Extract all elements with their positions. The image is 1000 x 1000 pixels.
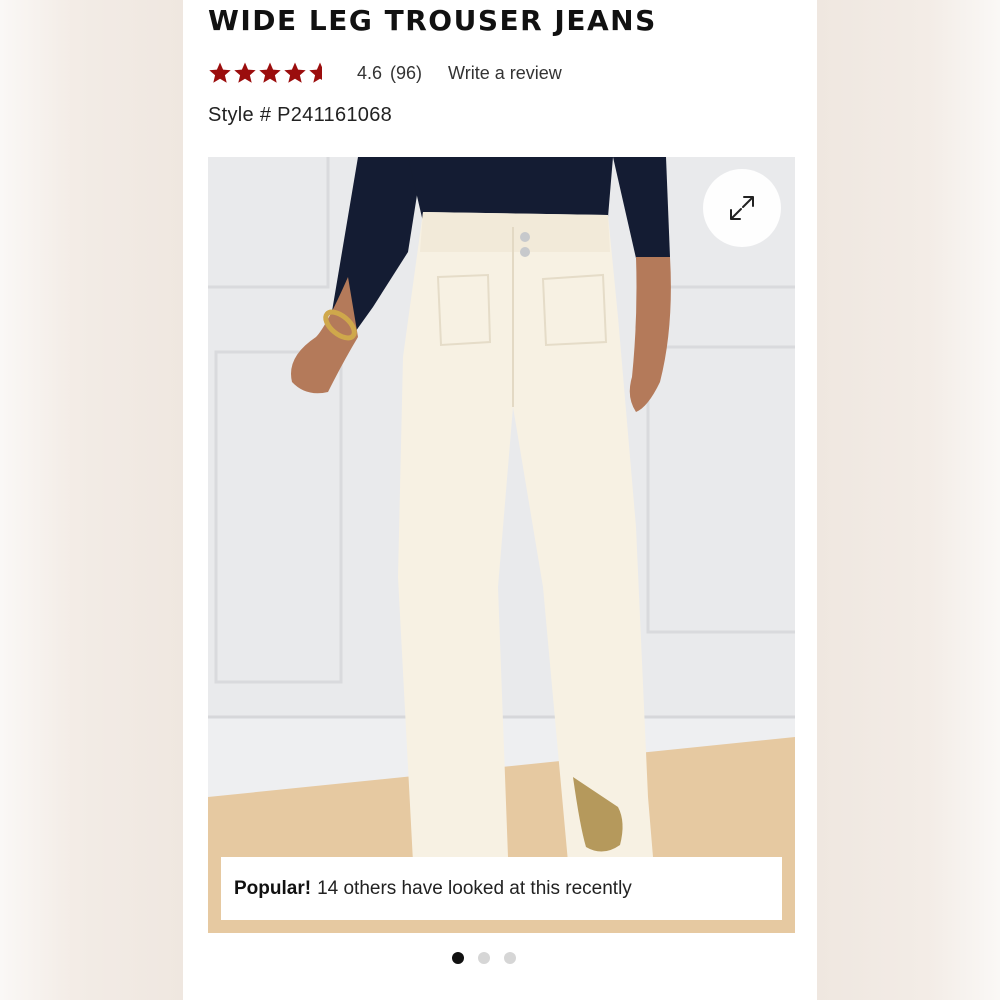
write-review-link[interactable]: Write a review — [448, 63, 562, 84]
popular-label: Popular! — [234, 877, 312, 899]
carousel-dot-2[interactable] — [478, 952, 490, 964]
product-image[interactable]: Popular! 14 others have looked at this r… — [208, 157, 795, 933]
carousel-dot-1[interactable] — [452, 952, 464, 964]
product-photo — [208, 157, 795, 933]
style-number: Style # P241161068 — [208, 104, 393, 126]
right-backdrop — [817, 0, 1000, 1000]
carousel-dots — [183, 952, 817, 964]
popular-banner: Popular! 14 others have looked at this r… — [221, 857, 782, 920]
product-card: WIDE LEG TROUSER JEANS 4.6 (96) Write a … — [183, 0, 817, 1000]
star-rating[interactable] — [208, 61, 333, 85]
product-title: WIDE LEG TROUSER JEANS — [208, 4, 657, 37]
star-icon — [284, 62, 306, 83]
half-star-icon — [309, 62, 331, 83]
popular-message: 14 others have looked at this recently — [317, 877, 632, 899]
left-backdrop — [0, 0, 183, 1000]
star-icon — [259, 62, 281, 83]
rating-value: 4.6 — [357, 62, 383, 83]
review-count[interactable]: (96) — [390, 63, 422, 84]
expand-button[interactable] — [703, 169, 781, 247]
carousel-dot-3[interactable] — [504, 952, 516, 964]
expand-arrows-icon — [730, 196, 754, 220]
star-icon — [234, 62, 256, 83]
star-icon — [209, 62, 231, 83]
rating-row: 4.6 (96) Write a review — [208, 58, 562, 88]
